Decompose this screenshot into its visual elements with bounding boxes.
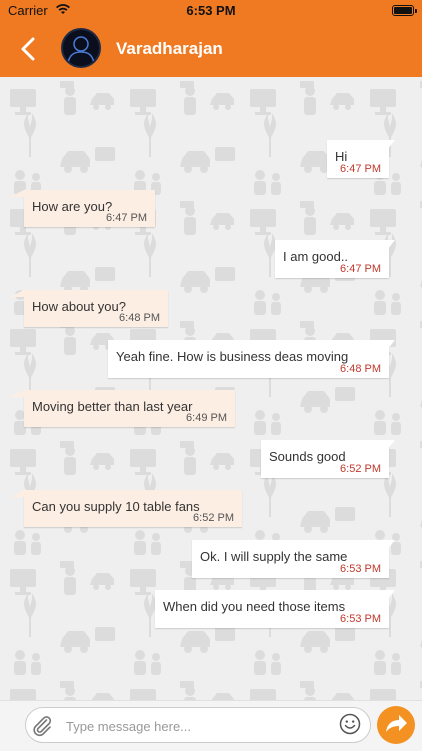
composer-bar (0, 700, 422, 751)
message-text: How about you? (32, 299, 126, 314)
message-text: Yeah fine. How is business deas moving (116, 349, 349, 364)
message-bubble-outgoing[interactable]: Ok. I will supply the same 6:53 PM (192, 540, 395, 578)
message-bubble-outgoing[interactable]: Yeah fine. How is business deas moving 6… (108, 340, 395, 378)
message-text: Hi (335, 149, 348, 164)
message-time: 6:52 PM (340, 463, 381, 475)
message-input[interactable] (64, 714, 328, 738)
back-button[interactable] (14, 34, 44, 64)
message-bubble-incoming[interactable]: How are you? 6:47 PM (10, 189, 155, 227)
message-time: 6:48 PM (119, 312, 160, 324)
message-time: 6:53 PM (340, 613, 381, 625)
message-bubble-outgoing[interactable]: When did you need those items 6:53 PM (155, 590, 395, 628)
paperclip-icon[interactable] (30, 714, 54, 738)
message-bubble-outgoing[interactable]: I am good.. 6:47 PM (275, 240, 395, 278)
user-silhouette-icon (67, 36, 95, 65)
message-time: 6:49 PM (186, 412, 227, 424)
message-text: Sounds good (269, 449, 346, 464)
message-time: 6:48 PM (340, 363, 381, 375)
message-text: Ok. I will supply the same (200, 549, 348, 564)
status-bar: Carrier 6:53 PM (0, 0, 422, 22)
message-text: Can you supply 10 table fans (32, 499, 200, 514)
message-bubble-incoming[interactable]: How about you? 6:48 PM (10, 289, 168, 327)
battery-icon (392, 5, 417, 16)
message-bubble-incoming[interactable]: Can you supply 10 table fans 6:52 PM (10, 489, 242, 527)
message-bubble-outgoing[interactable]: Sounds good 6:52 PM (261, 440, 395, 478)
message-text: I am good.. (283, 249, 349, 264)
message-time: 6:47 PM (106, 212, 147, 224)
message-time: 6:47 PM (340, 263, 381, 275)
contact-name[interactable]: Varadharajan (116, 39, 223, 59)
message-text: When did you need those items (163, 599, 346, 614)
message-text: How are you? (32, 199, 113, 214)
chat-header: Varadharajan (0, 22, 422, 77)
status-time: 6:53 PM (186, 3, 236, 18)
message-time: 6:52 PM (193, 512, 234, 524)
avatar[interactable] (61, 28, 101, 68)
message-bubble-incoming[interactable]: Moving better than last year 6:49 PM (10, 389, 235, 427)
message-text: Moving better than last year (32, 399, 193, 414)
message-time: 6:53 PM (340, 563, 381, 575)
message-time: 6:47 PM (340, 163, 381, 175)
chat-area[interactable]: Hi 6:47 PM How are you? 6:47 PM I am goo… (0, 77, 422, 700)
send-arrow-icon (386, 715, 407, 732)
message-bubble-outgoing[interactable]: Hi 6:47 PM (327, 140, 395, 178)
send-button[interactable] (377, 706, 415, 744)
smiley-icon[interactable] (339, 713, 361, 735)
